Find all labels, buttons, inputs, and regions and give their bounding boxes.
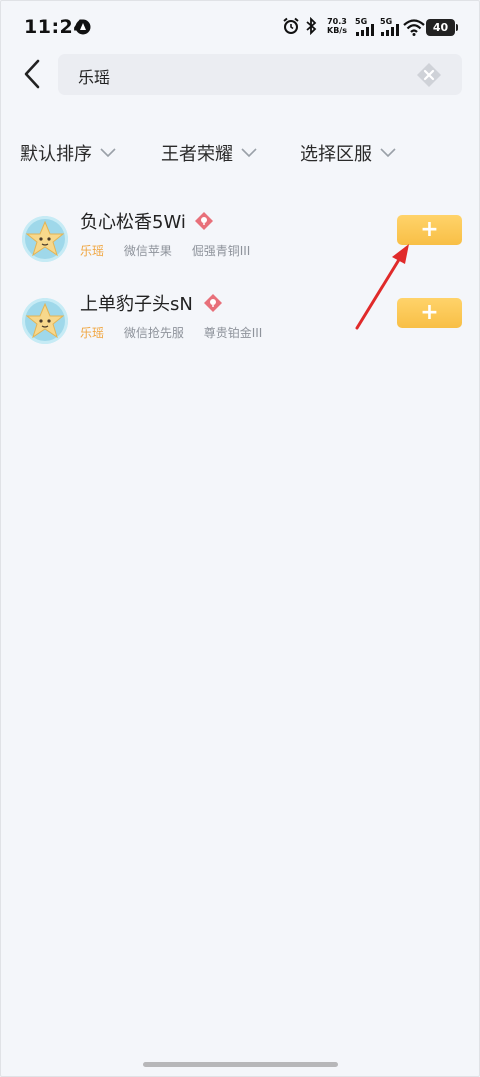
- home-indicator[interactable]: [143, 1062, 338, 1067]
- annotation-arrow: [355, 244, 409, 330]
